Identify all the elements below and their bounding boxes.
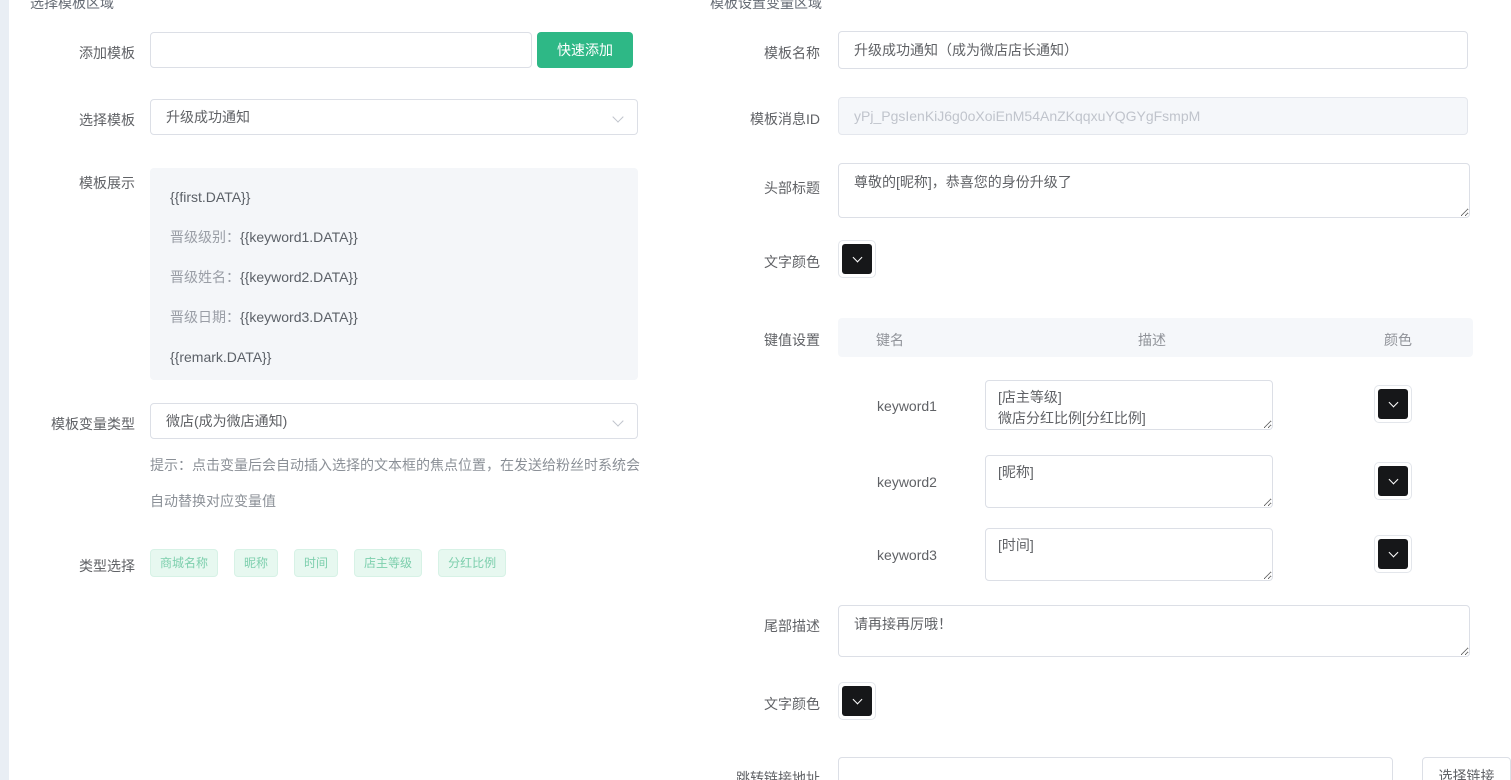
select-template-dropdown[interactable]: 升级成功通知 — [150, 99, 638, 135]
chevron-down-icon — [612, 415, 623, 426]
variable-type-value: 微店(成为微店通知) — [166, 411, 287, 431]
text-color-top-picker[interactable] — [838, 240, 876, 278]
tag-time[interactable]: 时间 — [294, 549, 338, 577]
select-template-label: 选择模板 — [0, 110, 135, 130]
text-color-top-label: 文字颜色 — [700, 252, 820, 272]
chevron-down-icon — [612, 111, 623, 122]
color-swatch — [842, 244, 872, 274]
kv-row-desc-textarea[interactable]: [昵称] — [985, 455, 1273, 508]
header-title-label: 头部标题 — [700, 178, 820, 198]
tag-owner-level[interactable]: 店主等级 — [354, 549, 422, 577]
tag-dividend-ratio[interactable]: 分红比例 — [438, 549, 506, 577]
text-color-bottom-label: 文字颜色 — [700, 694, 820, 714]
template-settings-page: 选择模板区域 添加模板 快速添加 选择模板 升级成功通知 模板展示 {{firs… — [0, 0, 1511, 780]
chevron-down-icon — [852, 695, 862, 705]
kv-row-color-picker[interactable] — [1374, 535, 1412, 573]
kv-settings-label: 键值设置 — [700, 330, 820, 350]
jump-link-label: 跳转链接地址 — [700, 768, 820, 780]
kv-row-color-picker[interactable] — [1374, 385, 1412, 423]
template-line: 晋级级别：{{keyword1.DATA}} — [170, 217, 618, 257]
text-color-bottom-picker[interactable] — [838, 682, 876, 720]
kv-row-desc-textarea[interactable]: [店主等级] 微店分红比例[分红比例] — [985, 380, 1273, 430]
kv-column-key: 键名 — [876, 330, 904, 350]
template-line: 晋级姓名：{{keyword2.DATA}} — [170, 257, 618, 297]
color-swatch — [1378, 539, 1408, 569]
color-swatch — [1378, 389, 1408, 419]
quick-add-button[interactable]: 快速添加 — [537, 32, 633, 68]
footer-desc-textarea[interactable]: 请再接再厉哦！ — [838, 605, 1470, 657]
variable-hint-text: 提示：点击变量后会自动插入选择的文本框的焦点位置，在发送给粉丝时系统会自动替换对… — [150, 447, 650, 519]
template-display-box: {{first.DATA}} 晋级级别：{{keyword1.DATA}} 晋级… — [150, 168, 638, 380]
chevron-down-icon — [852, 253, 862, 263]
kv-row-key-name: keyword2 — [877, 474, 937, 490]
kv-row-color-picker[interactable] — [1374, 462, 1412, 500]
template-line: {{remark.DATA}} — [170, 337, 618, 377]
kv-column-desc: 描述 — [1138, 330, 1166, 350]
variable-type-label: 模板变量类型 — [0, 414, 135, 434]
template-line: 晋级日期：{{keyword3.DATA}} — [170, 297, 618, 337]
type-tag-list: 商城名称 昵称 时间 店主等级 分红比例 — [150, 549, 506, 577]
template-display-label: 模板展示 — [0, 173, 135, 193]
kv-row-key-name: keyword1 — [877, 398, 937, 414]
right-section-title: 模板设置变量区域 — [710, 0, 822, 13]
select-link-button[interactable]: 选择链接 — [1422, 757, 1511, 780]
template-line: {{first.DATA}} — [170, 177, 618, 217]
variable-type-dropdown[interactable]: 微店(成为微店通知) — [150, 403, 638, 439]
type-select-label: 类型选择 — [0, 556, 135, 576]
kv-row-desc-textarea[interactable]: [时间] — [985, 528, 1273, 581]
template-msgid-label: 模板消息ID — [700, 109, 820, 129]
tag-nickname[interactable]: 昵称 — [234, 549, 278, 577]
header-title-textarea[interactable]: 尊敬的[昵称]，恭喜您的身份升级了 — [838, 163, 1470, 218]
color-swatch — [1378, 466, 1408, 496]
template-msgid-input — [838, 97, 1468, 135]
template-name-label: 模板名称 — [700, 43, 820, 63]
template-name-input[interactable] — [838, 31, 1468, 69]
kv-row-key-name: keyword3 — [877, 547, 937, 563]
chevron-down-icon — [1388, 475, 1398, 485]
chevron-down-icon — [1388, 548, 1398, 558]
add-template-label: 添加模板 — [0, 43, 135, 63]
tag-mall-name[interactable]: 商城名称 — [150, 549, 218, 577]
footer-desc-label: 尾部描述 — [700, 616, 820, 636]
jump-link-input[interactable] — [838, 757, 1393, 780]
kv-column-color: 颜色 — [1384, 330, 1412, 350]
chevron-down-icon — [1388, 398, 1398, 408]
add-template-input[interactable] — [150, 32, 532, 68]
color-swatch — [842, 686, 872, 716]
left-section-title: 选择模板区域 — [30, 0, 114, 13]
select-template-value: 升级成功通知 — [166, 107, 250, 127]
